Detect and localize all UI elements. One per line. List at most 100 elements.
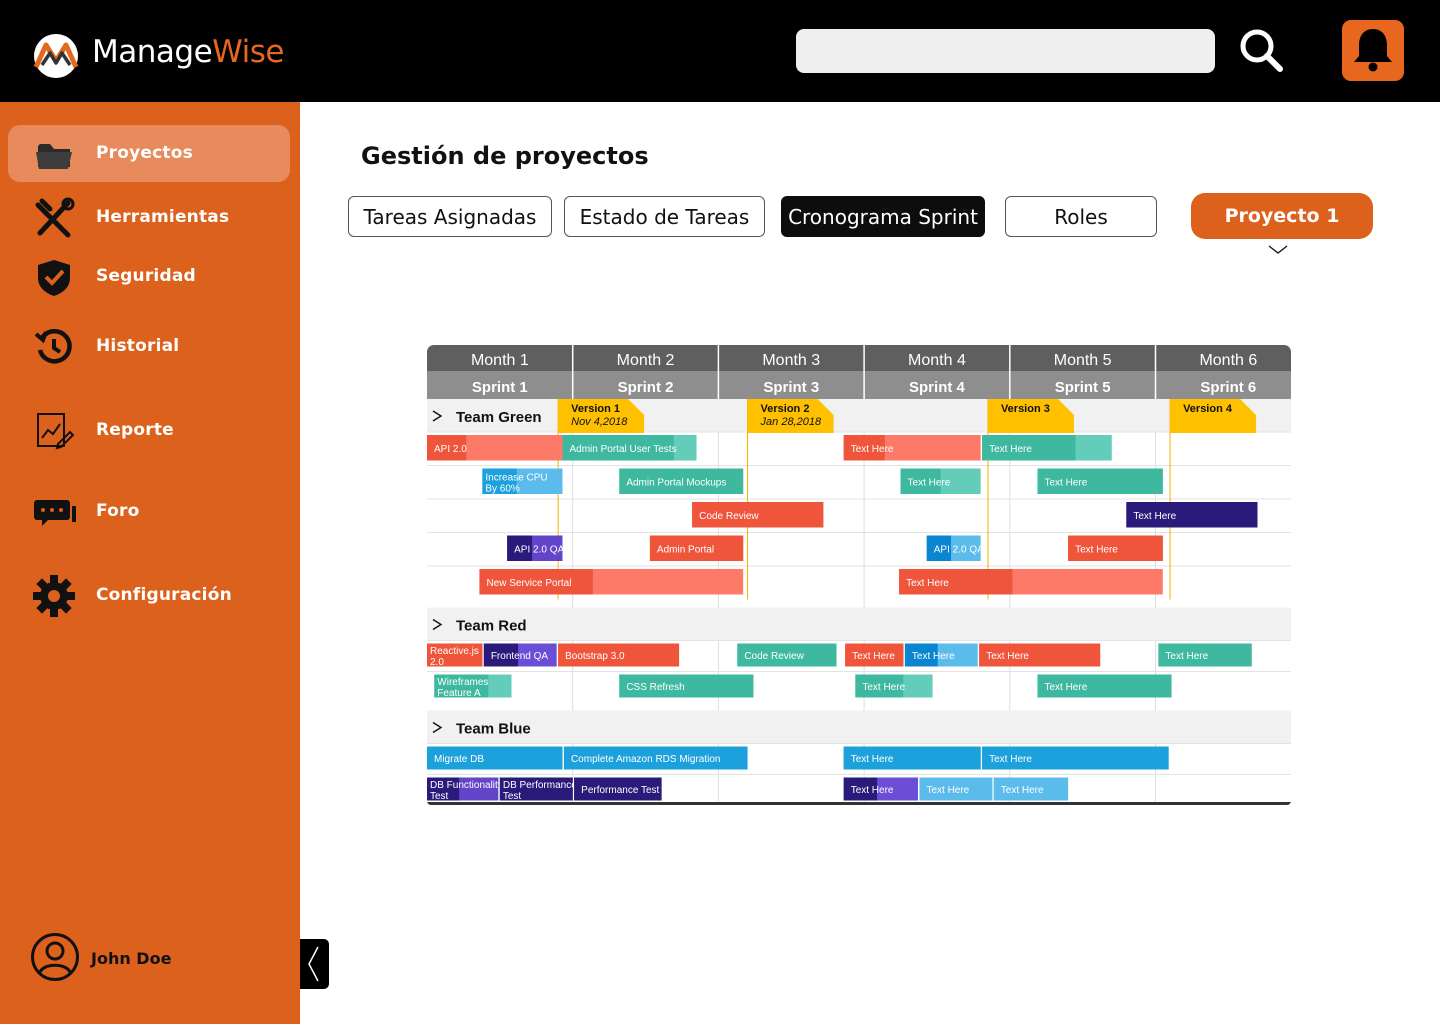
sidebar-collapse-button[interactable] [300, 939, 329, 989]
version-label: Version 3 [1001, 403, 1050, 415]
sprint-label: Sprint 3 [763, 379, 819, 396]
task-label: Text Here [1044, 682, 1087, 693]
gear-icon [33, 575, 75, 617]
sidebar-item-seguridad[interactable]: Seguridad [8, 248, 290, 305]
tab-estado-de-tareas[interactable]: Estado de Tareas [564, 196, 765, 237]
search-icon [1240, 29, 1283, 72]
version-label: Version 4 [1183, 403, 1233, 415]
project-selector[interactable]: Proyecto 1 [1191, 193, 1373, 239]
sidebar-item-label: Reporte [96, 420, 174, 440]
team-header [427, 710, 1291, 744]
task-label: Text Here [862, 682, 905, 693]
task-label: Text Here [986, 651, 1029, 662]
task-label: API 2.0 [434, 444, 467, 455]
sprint-label: Sprint 4 [909, 379, 965, 396]
user-profile[interactable]: John Doe [30, 932, 270, 984]
sidebar-item-proyectos[interactable]: Proyectos [8, 125, 290, 182]
task-label: DB Functionality [430, 780, 503, 791]
month-label: Month 3 [762, 352, 820, 369]
sidebar-item-foro[interactable]: Foro [8, 483, 290, 540]
chat-icon [34, 500, 76, 526]
tab-tareas-asignadas[interactable]: Tareas Asignadas [348, 196, 552, 237]
user-name: John Doe [91, 949, 172, 968]
task-label: Performance Test [581, 785, 659, 796]
task-label: Text Here [989, 754, 1032, 765]
team-name: Team Green [456, 409, 542, 426]
task-label: Reactive.js [430, 646, 479, 657]
task-label: Text Here [851, 754, 894, 765]
sprint-label: Sprint 6 [1200, 379, 1256, 396]
sprint-label: Sprint 2 [618, 379, 674, 396]
gantt-canvas: Month 1 Sprint 1 Month 2 Sprint 2 Month 3 Spr… [427, 345, 1291, 805]
month-label: Month 6 [1199, 352, 1257, 369]
folder-icon [36, 144, 72, 169]
search-button[interactable] [1237, 27, 1284, 74]
sidebar-item-label: Foro [96, 501, 140, 521]
task-label: Text Here [912, 651, 955, 662]
task-label: Migrate DB [434, 754, 484, 765]
sprint-label: Sprint 5 [1055, 379, 1111, 396]
sidebar-item-configuracion[interactable]: Configuración [8, 567, 290, 624]
month-header-row [427, 345, 1291, 371]
task-label: Text Here [1133, 511, 1176, 522]
sprint-label: Sprint 1 [472, 379, 528, 396]
sidebar-item-label: Herramientas [96, 207, 230, 227]
month-label: Month 5 [1054, 352, 1112, 369]
task-label: Test [503, 791, 522, 802]
bell-icon [1354, 29, 1392, 72]
task-label: Text Here [906, 578, 949, 589]
managewise-logo-icon[interactable] [28, 33, 84, 79]
task-label: Admin Portal Mockups [626, 477, 726, 488]
search-input[interactable] [796, 29, 1215, 73]
task-label: Bootstrap 3.0 [565, 651, 625, 662]
sidebar-item-herramientas[interactable]: Herramientas [8, 189, 290, 246]
task-label: 2.0 [430, 657, 444, 668]
sprint-gantt-chart: Month 1 Sprint 1 Month 2 Sprint 2 Month 3 Spr… [427, 345, 1291, 805]
month-label: Month 2 [617, 352, 675, 369]
team-header [427, 399, 1291, 432]
task-label: New Service Portal [486, 578, 571, 589]
task-label: Text Here [852, 651, 895, 662]
task-label: Text Here [1165, 651, 1208, 662]
brand-name: ManageWise [92, 34, 284, 70]
sidebar-item-reporte[interactable]: Reporte [8, 402, 290, 459]
user-avatar-icon [31, 933, 79, 981]
task-label: Test [430, 791, 449, 802]
task-label: Text Here [851, 785, 894, 796]
sidebar-item-historial[interactable]: Historial [8, 318, 290, 375]
sprint-header-row [427, 371, 1291, 399]
chevron-down-icon[interactable] [1267, 242, 1289, 256]
task-label: Text Here [851, 444, 894, 455]
task-label: CSS Refresh [626, 682, 684, 693]
task-label: API 2.0 QA [514, 544, 564, 555]
notifications-button[interactable] [1342, 20, 1404, 81]
task-label: Code Review [699, 511, 759, 522]
tab-roles[interactable]: Roles [1005, 196, 1157, 237]
version-date: Nov 4,2018 [571, 416, 628, 428]
brand-name-part2: Wise [212, 34, 284, 70]
version-date: Jan 28,2018 [760, 416, 822, 428]
version-label: Version 1 [571, 403, 620, 415]
sidebar: Proyectos Herramientas Seguridad Histori… [0, 102, 300, 1024]
brand-name-part1: Manage [92, 34, 213, 70]
sidebar-item-label: Proyectos [96, 143, 193, 163]
shield-icon [38, 260, 70, 296]
version-label: Version 2 [761, 403, 810, 415]
report-icon [37, 413, 75, 450]
month-label: Month 4 [908, 352, 966, 369]
sidebar-item-label: Configuración [96, 585, 232, 605]
task-label: Increase CPU [485, 472, 547, 483]
task-label: Text Here [1001, 785, 1044, 796]
top-bar: ManageWise [0, 0, 1440, 102]
chevron-left-icon [308, 946, 319, 982]
sidebar-item-label: Seguridad [96, 266, 196, 286]
task-label: Admin Portal User Tests [570, 444, 677, 455]
team-name: Team Blue [456, 721, 531, 738]
task-label: Frontend QA [491, 651, 549, 662]
tools-icon [35, 197, 75, 238]
team-header [427, 607, 1291, 641]
task-label: Text Here [1044, 477, 1087, 488]
task-label: DB Performance [503, 780, 577, 791]
task-label: API 2.0 QA [934, 544, 984, 555]
tab-cronograma-sprint[interactable]: Cronograma Sprint [781, 196, 985, 237]
